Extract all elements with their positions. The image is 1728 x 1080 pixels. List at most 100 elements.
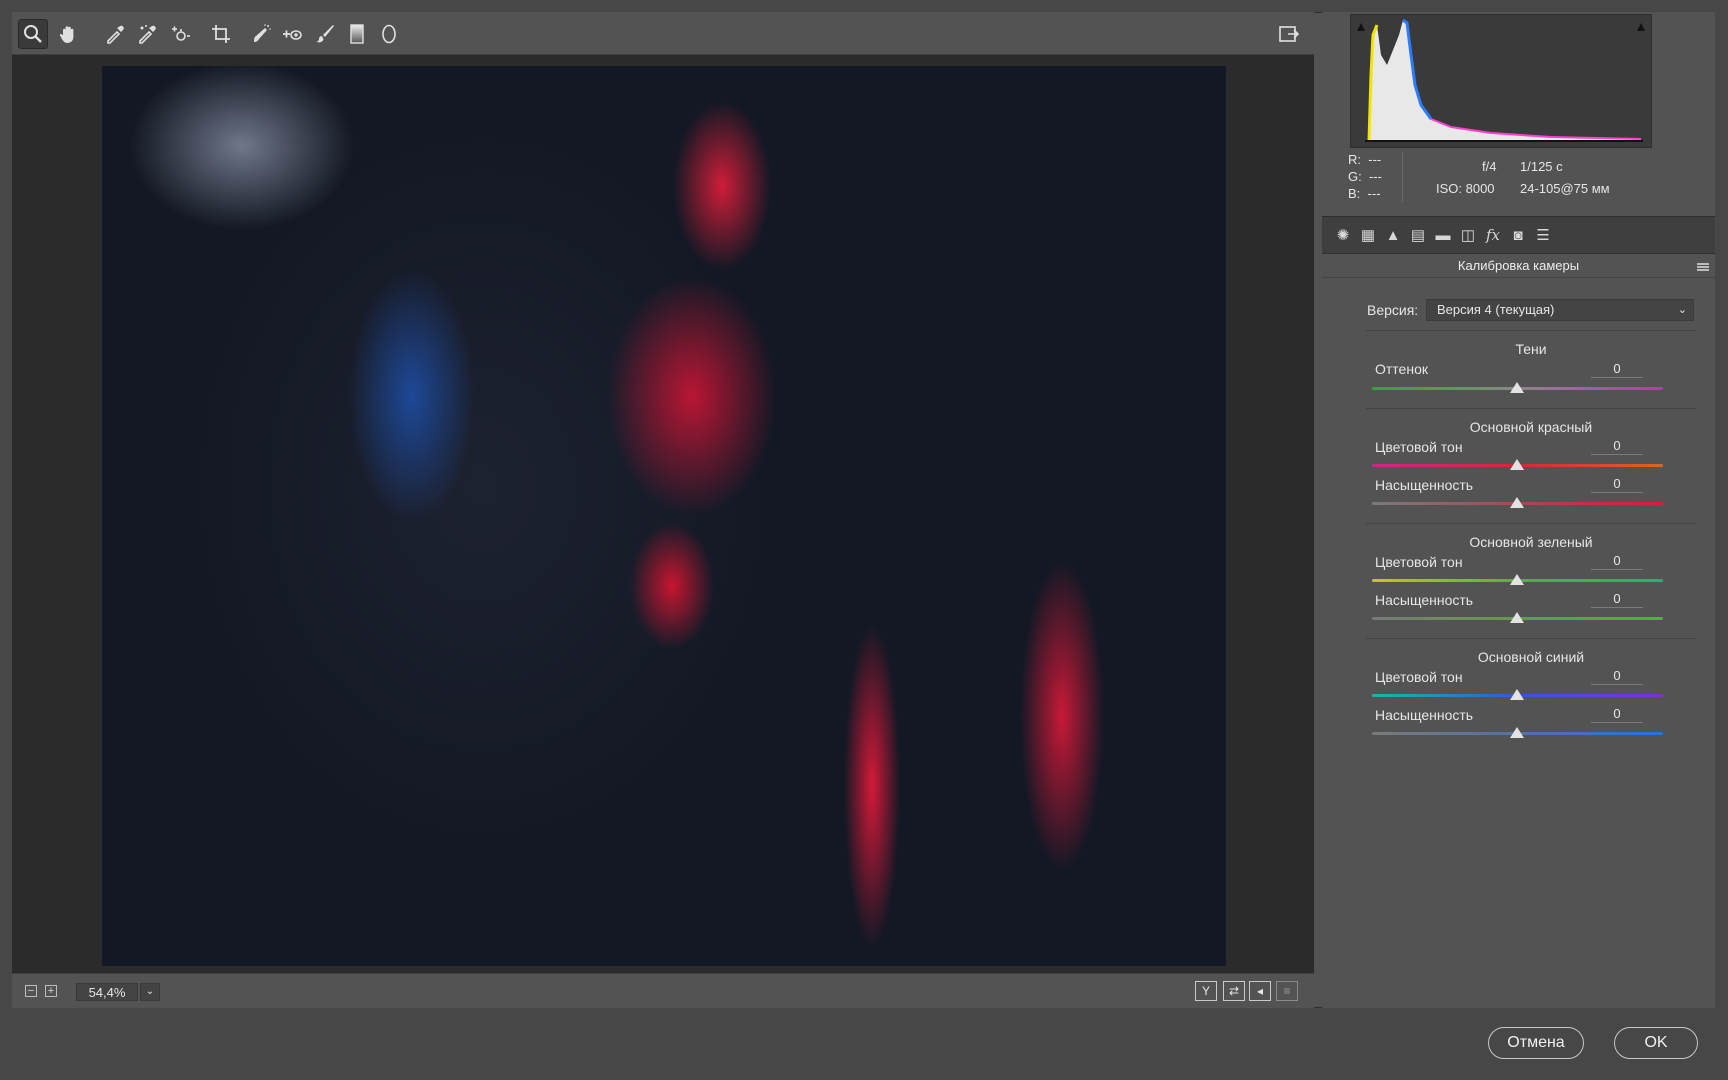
panel-menu-icon[interactable] [1697, 263, 1709, 271]
mountain-icon: ▲ [1385, 226, 1401, 244]
tab-camera-calibration[interactable]: ◙ [1507, 224, 1529, 246]
green-hue-value[interactable]: 0 [1591, 552, 1643, 570]
split-toning-icon: ▬ [1435, 226, 1451, 244]
tab-detail[interactable]: ▲ [1382, 224, 1404, 246]
tab-effects[interactable]: fx [1482, 224, 1504, 246]
sliders-icon: ☰ [1536, 227, 1550, 244]
lens-icon: ◫ [1460, 227, 1476, 244]
grid-icon: ▦ [1360, 227, 1376, 244]
fx-icon: fx [1485, 226, 1500, 244]
toggle-default-settings-button[interactable]: ≡ [1276, 981, 1298, 1001]
chevron-down-icon: ⌄ [145, 986, 155, 997]
adjustment-brush-icon [316, 25, 334, 43]
color-sampler-tool[interactable] [132, 19, 162, 49]
version-label: Версия: [1367, 302, 1419, 318]
green-saturation-thumb[interactable] [1510, 612, 1524, 623]
lens-value: 24-105@75 мм [1520, 181, 1610, 196]
radial-filter-icon [382, 24, 396, 44]
adjustment-panel: R: --- G: --- B: --- f/4 1/125 с ISO: 80… [1322, 12, 1715, 1008]
hand-icon [59, 26, 74, 43]
shadows-tint-thumb[interactable] [1510, 382, 1524, 393]
zoom-out-button[interactable]: − [25, 985, 37, 997]
spot-removal-icon [254, 24, 271, 42]
red-eye-icon [283, 30, 302, 40]
zoom-level-display[interactable]: 54,4% [76, 983, 138, 1001]
camera-icon: ◙ [1513, 226, 1523, 244]
graduated-filter-icon [350, 24, 364, 44]
red-hue-thumb[interactable] [1510, 459, 1524, 470]
blue-primary-section-title: Основной синий [1477, 649, 1585, 665]
zoom-level-dropdown[interactable]: ⌄ [140, 983, 160, 1001]
shutter-value: 1/125 с [1520, 159, 1563, 174]
red-saturation-thumb[interactable] [1510, 497, 1524, 508]
shadows-tint-value[interactable]: 0 [1591, 360, 1643, 378]
image-canvas[interactable] [12, 55, 1314, 973]
spot-removal-tool[interactable] [246, 19, 276, 49]
tab-hsl[interactable]: ▤ [1407, 224, 1429, 246]
chevron-down-icon: ⌄ [1677, 304, 1687, 316]
blue-hue-label: Цветовой тон [1375, 669, 1463, 685]
green-saturation-value[interactable]: 0 [1591, 590, 1643, 608]
panel-tabs: ✺ ▦ ▲ ▤ ▬ ◫ fx ◙ ☰ [1322, 216, 1715, 254]
cancel-button[interactable]: Отмена [1488, 1027, 1584, 1059]
white-balance-tool[interactable] [100, 19, 130, 49]
targeted-adjustment-icon [172, 26, 190, 41]
panel-title: Калибровка камеры [1322, 254, 1715, 278]
green-hue-thumb[interactable] [1510, 574, 1524, 585]
aperture-icon: ✺ [1336, 227, 1350, 244]
image-info: R: --- G: --- B: --- f/4 1/125 с ISO: 80… [1322, 152, 1715, 224]
ok-button[interactable]: OK [1614, 1027, 1698, 1059]
fullscreen-toggle-icon [1279, 26, 1300, 42]
tab-presets[interactable]: ☰ [1532, 224, 1554, 246]
highlight-clipping-icon [1637, 23, 1645, 31]
zoom-in-button[interactable]: + [45, 985, 57, 997]
adjustment-brush-tool[interactable] [310, 19, 340, 49]
histogram-graph [1357, 18, 1645, 142]
status-bar: − + 54,4% ⌄ Y ⇄ ◂ ≡ [12, 973, 1314, 1008]
tool-bar [12, 12, 1314, 55]
red-saturation-label: Насыщенность [1375, 477, 1474, 493]
red-eye-tool[interactable] [277, 19, 307, 49]
red-hue-label: Цветовой тон [1375, 439, 1463, 455]
tab-basic[interactable]: ✺ [1332, 224, 1354, 246]
g-readout: G: --- [1348, 169, 1382, 184]
hsl-icon: ▤ [1410, 227, 1426, 244]
aperture-value: f/4 [1482, 159, 1497, 174]
photo-preview[interactable] [102, 66, 1226, 966]
green-hue-label: Цветовой тон [1375, 554, 1463, 570]
red-primary-section-title: Основной красный [1469, 419, 1593, 435]
swap-before-after-button[interactable]: ⇄ [1223, 981, 1245, 1001]
crop-icon [212, 25, 230, 43]
fullscreen-toggle-button[interactable] [1274, 19, 1304, 49]
graduated-filter-tool[interactable] [342, 19, 372, 49]
blue-hue-value[interactable]: 0 [1591, 667, 1643, 685]
histogram [1350, 14, 1652, 148]
shadows-tint-label: Оттенок [1375, 361, 1428, 377]
color-sampler-icon [139, 25, 156, 44]
tab-lens-corrections[interactable]: ◫ [1457, 224, 1479, 246]
tab-split-toning[interactable]: ▬ [1432, 224, 1454, 246]
blue-hue-thumb[interactable] [1510, 689, 1524, 700]
version-select[interactable]: Версия 4 (текущая) ⌄ [1426, 299, 1694, 321]
red-saturation-value[interactable]: 0 [1591, 475, 1643, 493]
red-hue-value[interactable]: 0 [1591, 437, 1643, 455]
shadow-clipping-icon [1357, 23, 1365, 31]
radial-filter-tool[interactable] [374, 19, 404, 49]
green-saturation-label: Насыщенность [1375, 592, 1474, 608]
before-after-view-button[interactable]: Y [1195, 981, 1217, 1001]
shadows-section-title: Тени [1515, 341, 1547, 357]
r-readout: R: --- [1348, 152, 1382, 167]
white-balance-eyedropper-icon [107, 25, 124, 44]
hand-tool[interactable] [53, 19, 83, 49]
green-primary-section-title: Основной зеленый [1469, 534, 1593, 550]
zoom-icon [24, 25, 42, 43]
targeted-adjustment-tool[interactable] [165, 19, 195, 49]
crop-tool[interactable] [206, 19, 236, 49]
blue-saturation-thumb[interactable] [1510, 727, 1524, 738]
blue-saturation-label: Насыщенность [1375, 707, 1474, 723]
blue-saturation-value[interactable]: 0 [1591, 705, 1643, 723]
tab-tone-curve[interactable]: ▦ [1357, 224, 1379, 246]
zoom-tool[interactable] [18, 19, 48, 49]
b-readout: B: --- [1348, 186, 1381, 201]
copy-settings-button[interactable]: ◂ [1249, 981, 1271, 1001]
